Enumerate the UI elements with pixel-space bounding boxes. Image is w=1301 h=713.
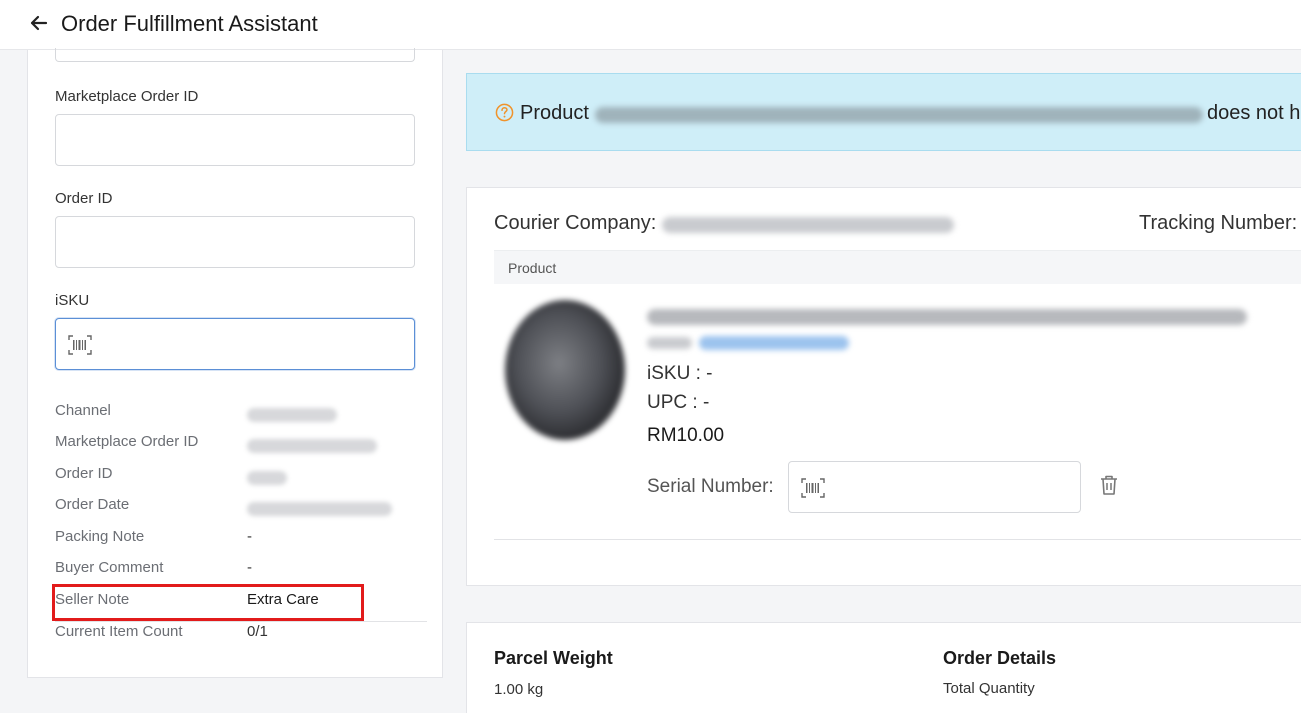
question-circle-icon [495,103,514,122]
product-column-header: Product [508,260,557,276]
channel-value-redacted [247,408,337,422]
order-search-panel: Marketplace Order ID Order ID iSKU Chann… [27,48,443,678]
marketplace-order-id-input[interactable] [55,114,415,166]
parcel-weight-label: Parcel Weight [494,648,613,668]
banner-product-name-redacted [595,107,1203,123]
barcode-scan-icon [68,335,92,355]
delete-serial-button[interactable] [1098,473,1120,497]
arrow-left-icon [30,15,48,31]
product-image [505,300,625,440]
current-item-count-value: 0/1 [247,623,268,640]
order-date-label: Order Date [55,496,130,513]
back-button[interactable] [26,10,52,36]
current-item-count-row: Current Item Count 0/1 [55,623,427,647]
product-divider [494,539,1301,540]
channel-row: Channel [55,402,427,426]
isku-label: iSKU [55,292,90,309]
parcel-summary-card: Parcel Weight 1.00 kg Order Details Tota… [466,622,1301,713]
order-date-value-redacted [247,502,392,516]
courier-company-label: Courier Company: [494,212,657,234]
product-name-redacted [647,309,1247,325]
packing-note-value: - [247,528,252,545]
packing-note-label: Packing Note [55,528,145,545]
product-upc: UPC : - [647,392,710,413]
order-id-value-redacted [247,471,287,485]
isku-input[interactable] [55,318,415,370]
product-table-header: Product [494,250,1301,284]
order-details-label: Order Details [943,648,1057,668]
order-id-label: Order ID [55,190,113,207]
barcode-scan-icon [801,478,825,498]
product-isku: iSKU : - [647,363,713,384]
product-variant-redacted [647,337,692,349]
total-quantity-label: Total Quantity [943,680,1035,697]
shipment-product-card: Courier Company: Tracking Number: Produc… [466,187,1301,586]
order-date-row: Order Date [55,496,427,520]
courier-company-value-redacted [662,217,954,233]
marketplace-order-id-value-redacted [247,439,377,453]
tracking-number-label: Tracking Number: [1139,212,1298,234]
buyer-comment-label: Buyer Comment [55,559,164,576]
product-price: RM10.00 [647,425,725,446]
serial-number-label: Serial Number: [647,476,774,497]
marketplace-order-id-row: Marketplace Order ID [55,433,427,457]
order-id-info-label: Order ID [55,465,113,482]
previous-input-field[interactable] [55,48,415,62]
parcel-weight-value: 1.00 kg [494,681,544,698]
product-warning-banner: Product does not h [466,73,1301,151]
banner-text-prefix: Product [520,102,589,124]
trash-icon [1101,475,1117,495]
banner-text-suffix: does not h [1207,102,1301,124]
marketplace-order-id-info-label: Marketplace Order ID [55,433,199,450]
seller-note-highlight [52,584,364,621]
packing-note-row: Packing Note - [55,528,427,552]
buyer-comment-row: Buyer Comment - [55,559,427,583]
channel-label: Channel [55,402,111,419]
page-title: Order Fulfillment Assistant [61,11,318,36]
product-link-redacted[interactable] [699,336,849,350]
marketplace-order-id-label: Marketplace Order ID [55,88,199,105]
current-item-count-label: Current Item Count [55,623,183,640]
info-divider [55,621,427,622]
top-bar: Order Fulfillment Assistant [0,0,1301,50]
order-id-row: Order ID [55,465,427,489]
buyer-comment-value: - [247,559,252,576]
serial-number-input[interactable] [788,461,1081,513]
order-id-input[interactable] [55,216,415,268]
